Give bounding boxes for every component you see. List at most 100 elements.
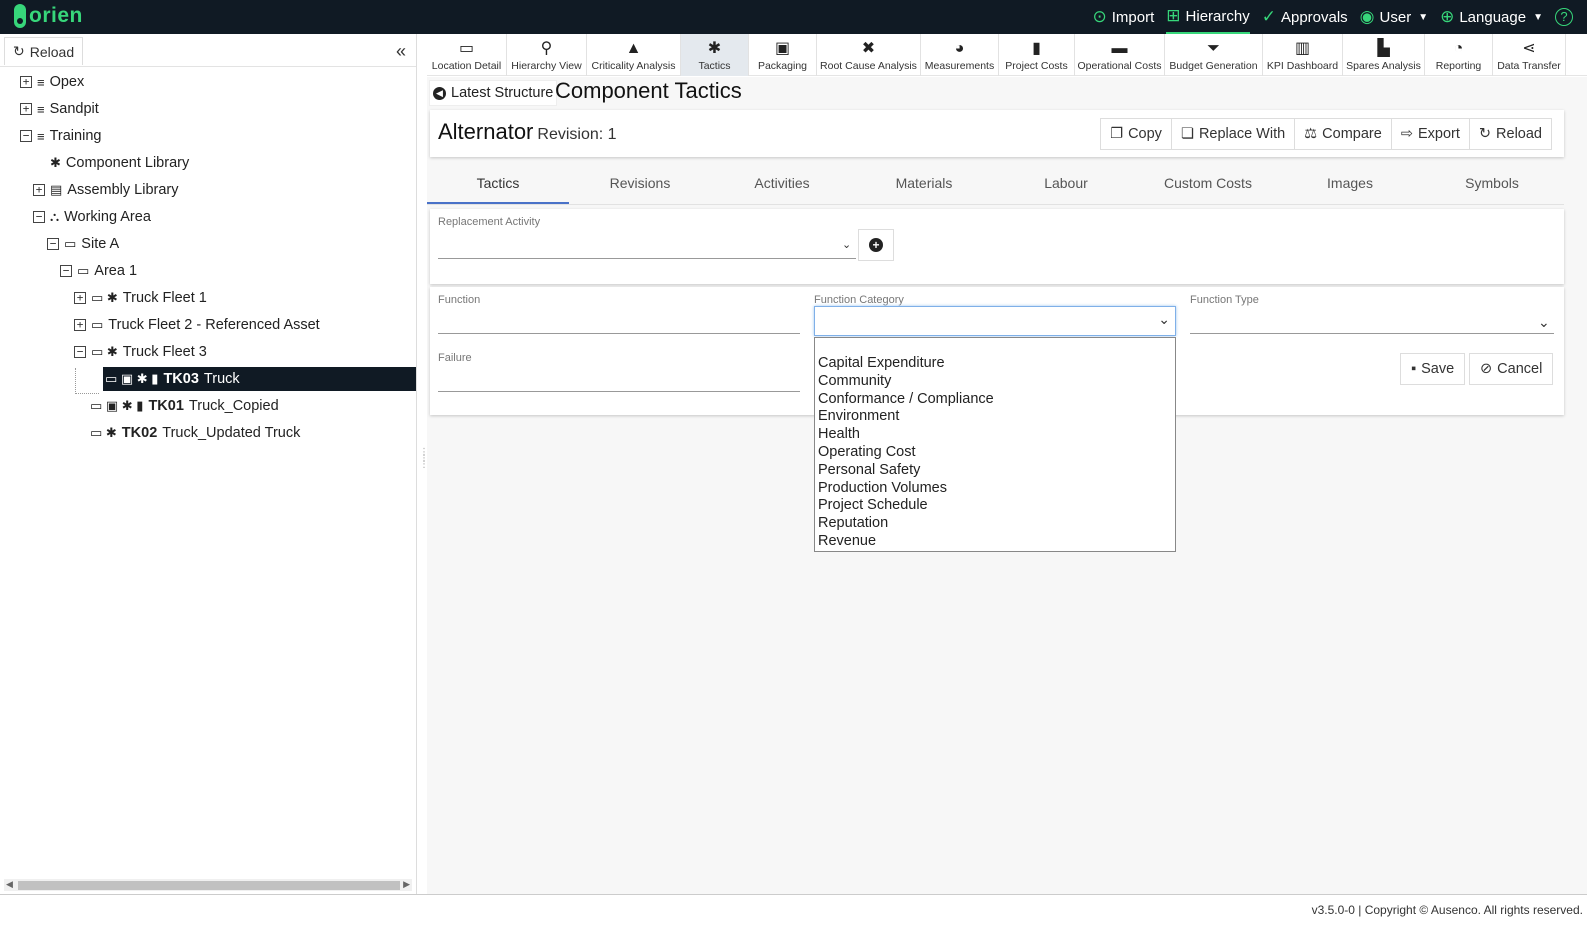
topnav-approvals[interactable]: ✓ Approvals xyxy=(1262,0,1348,34)
tree-node[interactable]: − ▭ Area 1 xyxy=(60,259,137,283)
top-nav-menu: ⊙ Import ⊞ Hierarchy ✓ Approvals ◉ User ▼ ⊕ Langua… xyxy=(1093,0,1573,34)
expand-icon[interactable]: + xyxy=(20,76,32,88)
tab-revisions[interactable]: Revisions xyxy=(569,163,711,204)
export-button[interactable]: ⇨ Export xyxy=(1390,118,1470,150)
replace-with-button[interactable]: ❏ Replace With xyxy=(1170,118,1296,150)
chevron-down-icon[interactable]: ⌄ xyxy=(1538,314,1550,331)
toolbar-label: Spares Analysis xyxy=(1346,60,1421,72)
topnav-language[interactable]: ⊕ Language ▼ xyxy=(1440,0,1543,34)
scroll-right-icon[interactable]: ▶ xyxy=(403,879,410,890)
reload-button[interactable]: ↻ Reload xyxy=(1468,118,1552,150)
tree-node[interactable]: ▭ ▣ ✱ ▮ TK01 Truck_Copied xyxy=(90,394,279,418)
toolbar-hierarchy-view[interactable]: ⚲ Hierarchy View xyxy=(507,34,587,76)
toolbar-reporting[interactable]: ◔ Reporting xyxy=(1425,34,1493,76)
collapse-icon[interactable]: − xyxy=(47,238,59,250)
node-type-icon: ▭ ▣ ✱ ▮ xyxy=(105,371,159,386)
copy-button[interactable]: ❐ Copy xyxy=(1100,118,1172,150)
collapse-icon[interactable]: − xyxy=(20,130,32,142)
tree-node[interactable]: − ▭ ✱ Truck Fleet 3 xyxy=(74,340,207,364)
add-replacement-activity-button[interactable]: + xyxy=(858,229,894,261)
tab-images[interactable]: Images xyxy=(1279,163,1421,204)
topnav-help[interactable]: ? xyxy=(1555,0,1573,34)
scrollbar-thumb[interactable] xyxy=(18,881,400,890)
horizontal-scrollbar[interactable]: ◀ ▶ xyxy=(4,879,412,891)
toolbar-data-transfer[interactable]: ⋖ Data Transfer xyxy=(1493,34,1566,76)
expand-icon[interactable]: + xyxy=(74,292,86,304)
dropdown-option[interactable]: Project Schedule xyxy=(815,497,1175,515)
tree-reload-button[interactable]: ↻ Reload xyxy=(4,37,84,65)
dropdown-option[interactable]: Reputation xyxy=(815,515,1175,533)
tree-node[interactable]: + ▭ Truck Fleet 2 - Referenced Asset xyxy=(74,313,320,337)
topnav-user[interactable]: ◉ User ▼ xyxy=(1360,0,1428,34)
toolbar-kpi-dashboard[interactable]: ▥ KPI Dashboard xyxy=(1263,34,1343,76)
tab-materials[interactable]: Materials xyxy=(853,163,995,204)
compare-button[interactable]: ⚖ Compare xyxy=(1294,118,1392,150)
tree-node[interactable]: + ▭ ✱ Truck Fleet 1 xyxy=(74,286,207,310)
toolbar-operational-costs[interactable]: ▬ Operational Costs xyxy=(1075,34,1165,76)
tree-node[interactable]: − ⛬ Working Area xyxy=(33,205,151,229)
tree-node-label: Truck Fleet 1 xyxy=(122,290,207,306)
tree-node[interactable]: + ≡ Sandpit xyxy=(20,97,99,121)
tree-node[interactable]: ▭ ✱ TK02 Truck_Updated Truck xyxy=(90,421,300,445)
tree-node-label: Working Area xyxy=(64,209,151,225)
tab-tactics[interactable]: Tactics xyxy=(427,163,569,204)
toolbar-location-detail[interactable]: ▭ Location Detail xyxy=(427,34,507,76)
toolbar-criticality-analysis[interactable]: ▲ Criticality Analysis xyxy=(587,34,681,76)
tree-node[interactable]: − ≡ Training xyxy=(20,124,101,148)
tree-node[interactable]: ▭ ▣ ✱ ▮ TK03 Truck xyxy=(103,367,416,391)
cancel-button[interactable]: ⊘ Cancel xyxy=(1469,353,1554,385)
dropdown-option[interactable]: Community xyxy=(815,373,1175,391)
dropdown-option[interactable]: Health xyxy=(815,426,1175,444)
toolbar-project-costs[interactable]: ▮ Project Costs xyxy=(999,34,1075,76)
toolbar-label: Budget Generation xyxy=(1169,60,1258,72)
toolbar-tactics[interactable]: ✱ Tactics xyxy=(681,34,749,76)
tree-node-label: Assembly Library xyxy=(67,182,179,198)
tab-activities[interactable]: Activities xyxy=(711,163,853,204)
dropdown-option[interactable]: Revenue xyxy=(815,533,1175,551)
expand-icon[interactable]: + xyxy=(20,103,32,115)
tab-labour[interactable]: Labour xyxy=(995,163,1137,204)
expand-icon[interactable]: + xyxy=(74,319,86,331)
save-button[interactable]: ▪ Save xyxy=(1400,353,1466,385)
function-category-select[interactable]: ⌄ xyxy=(814,306,1176,336)
node-type-icon: ≡ xyxy=(37,101,45,117)
topnav-import[interactable]: ⊙ Import xyxy=(1093,0,1155,34)
topnav-hierarchy[interactable]: ⊞ Hierarchy xyxy=(1166,0,1250,34)
toolbar-measurements[interactable]: ◕ Measurements xyxy=(921,34,999,76)
collapse-panel-icon[interactable]: « xyxy=(396,41,406,62)
dropdown-option[interactable]: Capital Expenditure xyxy=(815,355,1175,373)
toolbar-packaging[interactable]: ▣ Packaging xyxy=(749,34,817,76)
dropdown-option[interactable]: Environment xyxy=(815,408,1175,426)
dropdown-option[interactable]: Conformance / Compliance xyxy=(815,391,1175,409)
scroll-left-icon[interactable]: ◀ xyxy=(6,879,13,890)
collapse-icon[interactable]: − xyxy=(33,211,45,223)
action-label: Replace With xyxy=(1198,126,1286,142)
toolbar-spares-analysis[interactable]: ▙ Spares Analysis xyxy=(1343,34,1425,76)
tree-node[interactable]: + ≡ Opex xyxy=(20,70,84,94)
node-type-icon: ▭ ▣ ✱ ▮ xyxy=(90,398,144,413)
topnav-label: Language xyxy=(1459,8,1527,26)
collapse-icon[interactable]: − xyxy=(74,346,86,358)
tree-node[interactable]: + ▤ Assembly Library xyxy=(33,178,179,202)
function-type-select[interactable] xyxy=(1190,333,1554,334)
orien-logo[interactable]: orien xyxy=(14,4,83,28)
chevron-down-icon[interactable]: ⌄ xyxy=(842,238,851,251)
tree-node[interactable]: − ▭ Site A xyxy=(47,232,119,256)
function-input[interactable] xyxy=(438,333,800,334)
tab-symbols[interactable]: Symbols xyxy=(1421,163,1563,204)
latest-structure-button[interactable]: ◀ Latest Structure xyxy=(429,80,558,106)
tree-reload-label: Reload xyxy=(29,43,75,60)
toolbar-budget-generation[interactable]: ⏷ Budget Generation xyxy=(1165,34,1263,76)
expand-icon[interactable]: + xyxy=(33,184,45,196)
dropdown-option[interactable]: Production Volumes xyxy=(815,480,1175,498)
dropdown-option[interactable]: Personal Safety xyxy=(815,462,1175,480)
toolbar-label: Data Transfer xyxy=(1497,60,1561,72)
replacement-activity-select[interactable] xyxy=(438,258,856,259)
collapse-icon[interactable]: − xyxy=(60,265,72,277)
tab-custom-costs[interactable]: Custom Costs xyxy=(1137,163,1279,204)
node-type-icon: ≡ xyxy=(37,74,45,90)
dropdown-option[interactable]: Operating Cost xyxy=(815,444,1175,462)
tree-node[interactable]: ✱ Component Library xyxy=(50,151,189,175)
failure-input[interactable] xyxy=(438,391,800,392)
toolbar-root-cause-analysis[interactable]: ✖ Root Cause Analysis xyxy=(817,34,921,76)
